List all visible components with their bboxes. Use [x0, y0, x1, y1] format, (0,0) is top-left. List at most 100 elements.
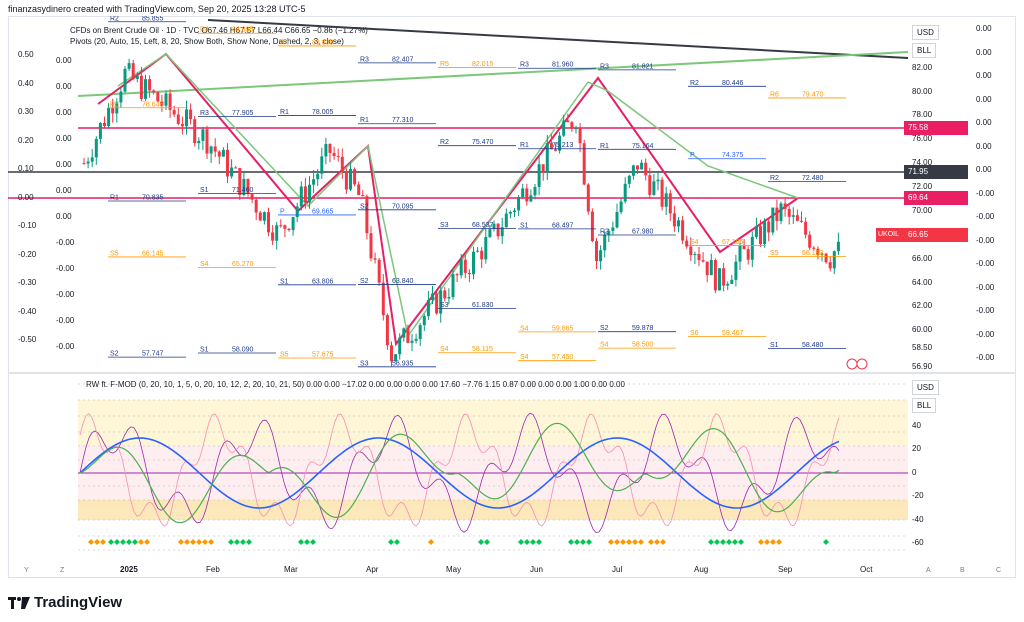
candle-body [279, 225, 283, 227]
left-axis-inner: 0.00 0.00 0.00 0.00 0.00 0.00 0.00 -0.00 -0.00 -0… [56, 16, 80, 372]
pivot-value: 72.480 [802, 175, 824, 182]
candle-body [90, 157, 94, 162]
alert-icon[interactable] [846, 358, 858, 370]
signal-dot [388, 539, 394, 545]
signal-dot [648, 539, 654, 545]
left-axis-label: 0.50 [18, 50, 34, 59]
signal-dot [304, 539, 310, 545]
candle-body [504, 213, 508, 228]
signal-dot [738, 539, 744, 545]
signal-dot [108, 539, 114, 545]
zigzag-red [97, 52, 799, 347]
candle-body [759, 226, 762, 245]
outer-axis-label: 0.00 [976, 165, 992, 174]
candle-body [648, 175, 652, 195]
signal-dot [568, 539, 574, 545]
osc-axis-label: 40 [912, 421, 921, 430]
tradingview-logo[interactable]: TradingView [8, 594, 122, 611]
pivot-tag: S1 [200, 187, 209, 194]
signal-dot [524, 539, 530, 545]
candle-body [836, 241, 840, 252]
signal-dot [394, 539, 400, 545]
signal-dot [126, 539, 132, 545]
pivot-value: 58.090 [232, 347, 254, 354]
signal-dot [720, 539, 726, 545]
pivot-tag: S6 [690, 330, 699, 337]
candle-body [746, 249, 750, 260]
left-axis-label: 0.40 [18, 78, 34, 88]
pivot-tag: S4 [520, 354, 529, 361]
outer-axis-label: -0.00 [976, 353, 995, 362]
candle-body [590, 211, 594, 242]
signal-dot [518, 539, 524, 545]
pivot-tag: R1 [360, 117, 369, 124]
left-axis-label: 0.30 [18, 107, 34, 116]
signal-dot [138, 539, 144, 545]
candle-body [476, 250, 480, 252]
signal-dot [428, 539, 434, 545]
candle-body [193, 119, 197, 144]
pivot-value: 58.500 [632, 342, 654, 349]
left-axis-inner-label: 0.00 [56, 134, 72, 143]
price-tag-69-64: 69.64 [904, 191, 968, 205]
candle-body [660, 179, 664, 207]
candle-body [652, 181, 656, 195]
candle-body [185, 109, 188, 127]
signal-dot [184, 539, 190, 545]
trendline-green[interactable] [77, 51, 908, 97]
alert-icon[interactable] [856, 358, 868, 370]
candle-body [353, 169, 357, 185]
candle-body [779, 203, 783, 222]
outer-axis-label: -0.00 [976, 306, 995, 315]
candle-body [554, 149, 557, 151]
candle-body [508, 211, 512, 214]
candle-body [189, 109, 193, 120]
candle-body [459, 259, 463, 276]
candle-body [156, 92, 160, 102]
pivot-tag: R3 [200, 110, 209, 117]
price-chart[interactable]: R2 85.855 R4 84.895 R4 83.830 R3 82.407 R5 82.015… [8, 16, 908, 372]
candle-body [627, 175, 631, 184]
pivot-tag: S5 [280, 351, 289, 358]
signal-dot [626, 539, 632, 545]
price-axis-label: 66.00 [912, 253, 933, 263]
osc-axis-label: 20 [912, 444, 921, 453]
candle-body [763, 221, 767, 245]
osc-axis[interactable]: 40 20 0 -20 -40 -60 [912, 374, 952, 560]
pivot-tag: R5 [440, 61, 449, 68]
signal-dot [620, 539, 626, 545]
candle-body [566, 120, 570, 123]
candle-body [435, 293, 439, 314]
signal-dot [574, 539, 580, 545]
pivot-tag: S2 [360, 203, 369, 210]
price-axis-label: 64.00 [912, 277, 933, 287]
pivot-tag: R4 [280, 39, 289, 46]
left-axis-inner-label: -0.00 [56, 290, 75, 299]
price-axis-label: 72.00 [912, 182, 933, 192]
signal-dot [202, 539, 208, 545]
pivot-value: 75.470 [472, 139, 494, 146]
candle-body [422, 316, 426, 326]
left-axis-inner-label: -0.00 [56, 238, 75, 247]
candle-body [603, 234, 607, 251]
tradingview-logo-text: TradingView [34, 594, 123, 611]
candle-body [283, 225, 287, 229]
candle-body [369, 233, 373, 259]
candle-body [754, 226, 758, 237]
pivot-tag: R6 [770, 91, 779, 98]
pivot-tag: S1 [280, 278, 289, 285]
candle-body [98, 122, 102, 139]
pivot-value: 56.935 [392, 360, 414, 367]
pivot-tag: S5 [110, 250, 119, 257]
candle-body [406, 328, 410, 343]
signal-dot [726, 539, 732, 545]
pivot-tag: R3 [520, 62, 529, 69]
price-tag-75-58: 75.58 [904, 121, 968, 135]
candle-body [332, 152, 336, 157]
pivot-tag: R1 [280, 109, 289, 116]
candle-body [209, 146, 213, 154]
candle-body [582, 143, 586, 185]
oscillator-chart[interactable] [8, 374, 908, 560]
candle-body [365, 196, 369, 234]
candle-body [287, 228, 291, 231]
